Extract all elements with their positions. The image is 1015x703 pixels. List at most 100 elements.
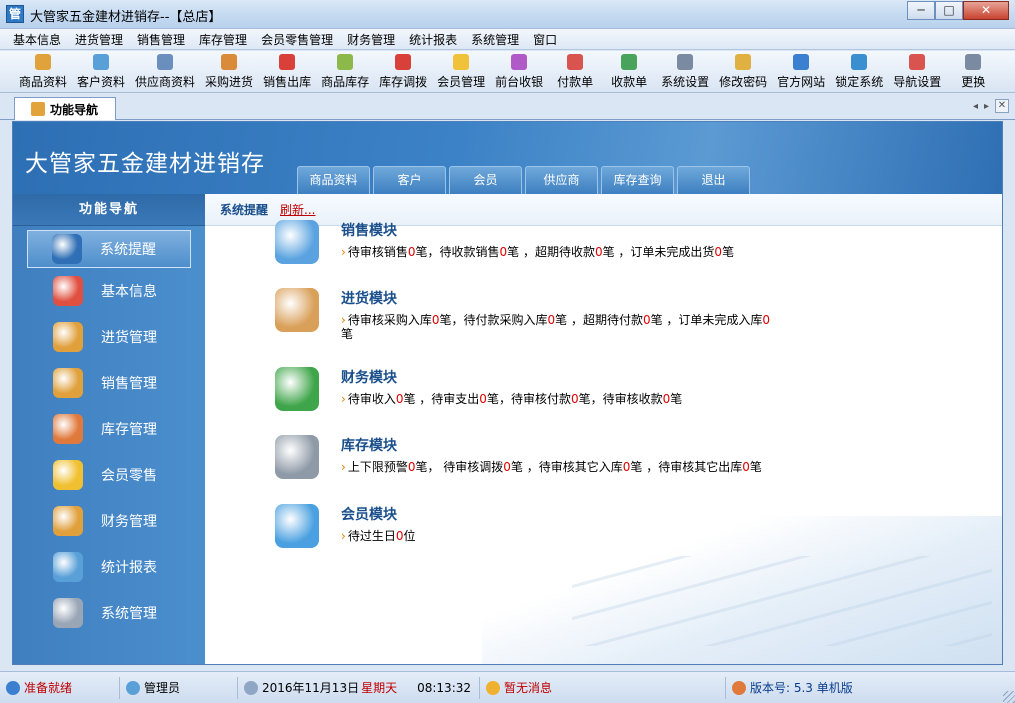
- toolbar-button[interactable]: 客户资料: [72, 54, 130, 92]
- banner-tab[interactable]: 供应商: [525, 166, 598, 194]
- toolbar-button[interactable]: 销售出库: [258, 54, 316, 92]
- module-title[interactable]: 会员模块: [341, 504, 773, 524]
- database-icon[interactable]: [275, 435, 319, 479]
- module-title[interactable]: 销售模块: [341, 220, 773, 240]
- sidebar-item[interactable]: 财务管理: [13, 498, 205, 544]
- menu-item[interactable]: 基本信息: [6, 31, 68, 48]
- banner-tab[interactable]: 库存查询: [601, 166, 674, 194]
- toolbar-button[interactable]: 付款单: [548, 54, 602, 92]
- toolbar-button-label: 销售出库: [263, 75, 312, 89]
- menu-item[interactable]: 销售管理: [130, 31, 192, 48]
- description-text: 待审收入: [347, 392, 396, 406]
- gears-icon: [53, 598, 83, 628]
- toolbar-button-label: 修改密码: [719, 75, 768, 89]
- app-icon: 管: [6, 5, 24, 23]
- sidebar-item[interactable]: 系统管理: [13, 590, 205, 636]
- count-value[interactable]: 0: [643, 313, 651, 327]
- toolbar-button[interactable]: 供应商资料: [130, 54, 200, 92]
- sidebar-item-label: 进货管理: [101, 330, 157, 346]
- ready-icon: [6, 680, 20, 695]
- sidebar-item-label: 库存管理: [101, 422, 157, 438]
- module-block: 财务模块 › 待审收入0笔 ，待审支出0笔，待审核付款0笔，待审核收款0笔: [275, 367, 773, 411]
- close-button[interactable]: ✕: [963, 1, 1009, 20]
- description-text: 笔 ，超期待付款: [555, 313, 643, 327]
- description-text: 笔 ，超期待收款: [507, 245, 595, 259]
- module-title[interactable]: 进货模块: [341, 288, 773, 308]
- count-value[interactable]: 0: [479, 392, 487, 406]
- menu-item[interactable]: 统计报表: [402, 31, 464, 48]
- sidebar-item[interactable]: 销售管理: [13, 360, 205, 406]
- sidebar-item[interactable]: 统计报表: [13, 544, 205, 590]
- toolbar-button[interactable]: 商品库存: [316, 54, 374, 92]
- status-time: 08:13:32: [417, 680, 472, 695]
- menu-item[interactable]: 窗口: [526, 31, 564, 48]
- menu-item[interactable]: 会员零售管理: [254, 31, 340, 48]
- minimize-button[interactable]: ─: [907, 1, 935, 20]
- box-arrow-icon[interactable]: [275, 288, 319, 332]
- description-text: 笔， 待审核调拨: [415, 460, 504, 474]
- count-value[interactable]: 0: [571, 392, 579, 406]
- message-icon: [486, 680, 500, 695]
- toolbar-button[interactable]: 收款单: [602, 54, 656, 92]
- toolbar-button[interactable]: 库存调拨: [374, 54, 432, 92]
- tab-function-navigation[interactable]: 功能导航: [14, 97, 116, 120]
- menu-item[interactable]: 系统管理: [464, 31, 526, 48]
- toolbar-button-label: 导航设置: [893, 75, 942, 89]
- toolbar-button[interactable]: 采购进货: [200, 54, 258, 92]
- toolbar-button[interactable]: 锁定系统: [830, 54, 888, 92]
- refresh-link[interactable]: 刷新...: [280, 201, 315, 218]
- banner-tab[interactable]: 退出: [677, 166, 750, 194]
- toolbar-button[interactable]: 会员管理: [432, 54, 490, 92]
- menu-item[interactable]: 进货管理: [68, 31, 130, 48]
- maximize-button[interactable]: □: [935, 1, 963, 20]
- banner-tab[interactable]: 商品资料: [297, 166, 370, 194]
- info-icon: [52, 234, 82, 264]
- toolbar-button[interactable]: 商品资料: [14, 54, 72, 92]
- banner-tab[interactable]: 会员: [449, 166, 522, 194]
- description-text: 待过生日: [347, 529, 396, 543]
- chat-bubbles-icon[interactable]: [275, 504, 319, 548]
- count-value[interactable]: 0: [547, 313, 555, 327]
- sidebar-heading: 功能导航: [13, 194, 205, 226]
- tab-next-icon[interactable]: ▸: [984, 101, 989, 112]
- window-title: 大管家五金建材进销存--【总店】: [30, 10, 222, 25]
- count-value[interactable]: 0: [762, 313, 770, 327]
- count-value[interactable]: 0: [714, 245, 722, 259]
- status-ready-text: 准备就绪: [24, 681, 73, 695]
- description-text: 笔: [670, 392, 683, 406]
- toolbar-button[interactable]: 系统设置: [656, 54, 714, 92]
- sidebar-item[interactable]: 基本信息: [13, 268, 205, 314]
- sidebar-item[interactable]: 库存管理: [13, 406, 205, 452]
- bullet-arrow-icon: ›: [341, 392, 346, 406]
- status-version: 版本号: 5.3 单机版: [726, 677, 859, 699]
- menu-item[interactable]: 财务管理: [340, 31, 402, 48]
- module-title[interactable]: 库存模块: [341, 435, 773, 455]
- toolbar-button[interactable]: 导航设置: [888, 54, 946, 92]
- tab-prev-icon[interactable]: ◂: [973, 101, 978, 112]
- toolbar-button[interactable]: 修改密码: [714, 54, 772, 92]
- dollar-icon[interactable]: [275, 367, 319, 411]
- sidebar-item[interactable]: 系统提醒: [27, 230, 191, 268]
- count-value[interactable]: 0: [742, 460, 750, 474]
- sidebar-item[interactable]: 进货管理: [13, 314, 205, 360]
- tab-close-icon[interactable]: ✕: [995, 99, 1009, 113]
- resize-grip[interactable]: [1003, 691, 1015, 703]
- module-description: › 待审核采购入库0笔，待付款采购入库0笔 ，超期待付款0笔 ，订单未完成入库0笔: [341, 313, 773, 341]
- browser-icon: [793, 54, 810, 70]
- description-text: 待审核采购入库: [347, 313, 432, 327]
- toolbar-button[interactable]: 前台收银: [490, 54, 548, 92]
- book-icon[interactable]: [275, 220, 319, 264]
- count-value[interactable]: 0: [503, 460, 511, 474]
- status-bar: 准备就绪 管理员 2016年11月13日 星期天 08:13:32 暂无消息 版…: [0, 671, 1015, 703]
- sidebar-item[interactable]: 会员零售: [13, 452, 205, 498]
- count-value[interactable]: 0: [595, 245, 603, 259]
- sidebar-item-label: 统计报表: [101, 560, 157, 576]
- count-value[interactable]: 0: [499, 245, 507, 259]
- toolbar-button-label: 更换: [961, 75, 986, 89]
- module-title[interactable]: 财务模块: [341, 367, 773, 387]
- toolbar-button[interactable]: 官方网站: [772, 54, 830, 92]
- banner-tab[interactable]: 客户: [373, 166, 446, 194]
- toolbar-button[interactable]: 更换: [946, 54, 1000, 92]
- menu-item[interactable]: 库存管理: [192, 31, 254, 48]
- description-text: 笔 ，订单未完成入库: [650, 313, 763, 327]
